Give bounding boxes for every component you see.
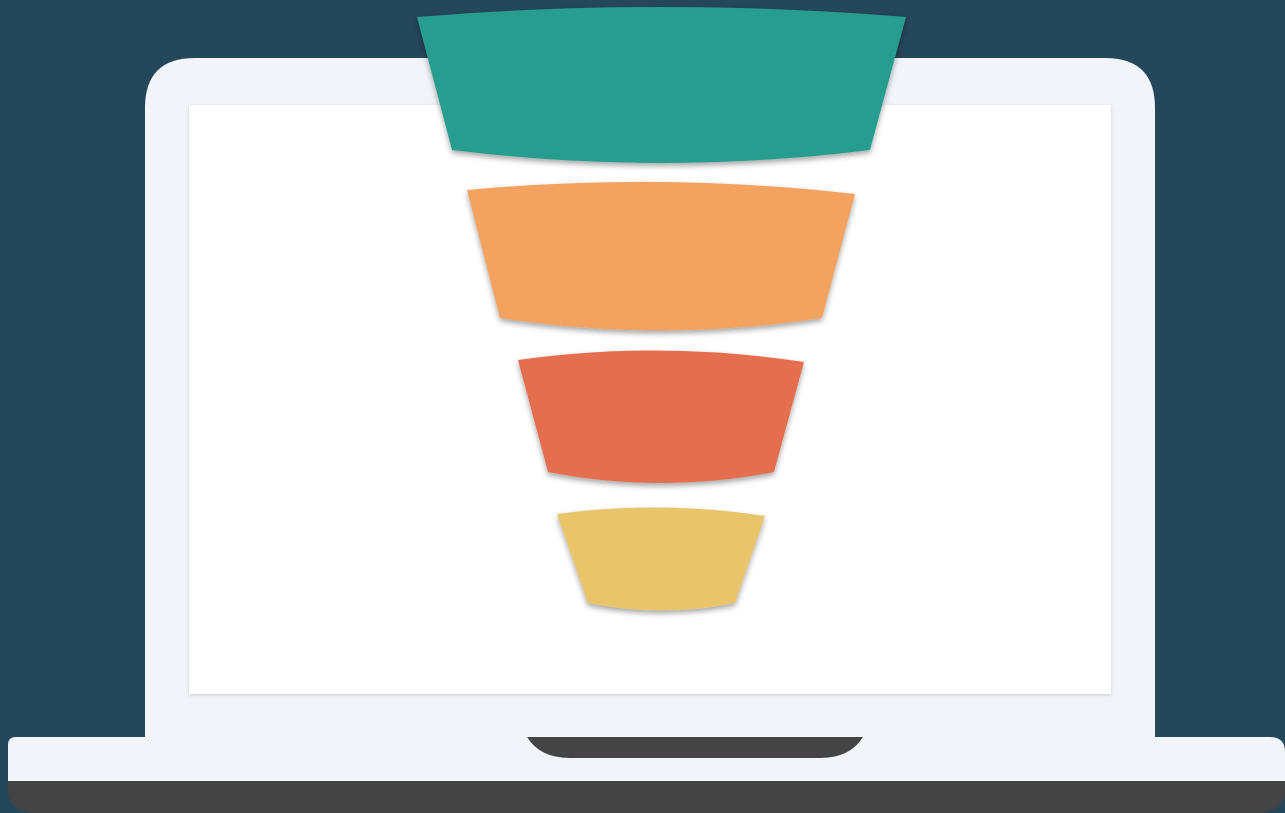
- trackpad-notch: [527, 737, 863, 758]
- funnel-stage-2: [467, 181, 855, 331]
- funnel-stage-3: [518, 350, 804, 483]
- illustration-scene: [0, 0, 1285, 813]
- laptop-base-bottom: [8, 781, 1285, 813]
- laptop-funnel-illustration: [8, 7, 1285, 813]
- funnel-stage-4: [557, 507, 765, 611]
- funnel-stage-1: [417, 7, 906, 163]
